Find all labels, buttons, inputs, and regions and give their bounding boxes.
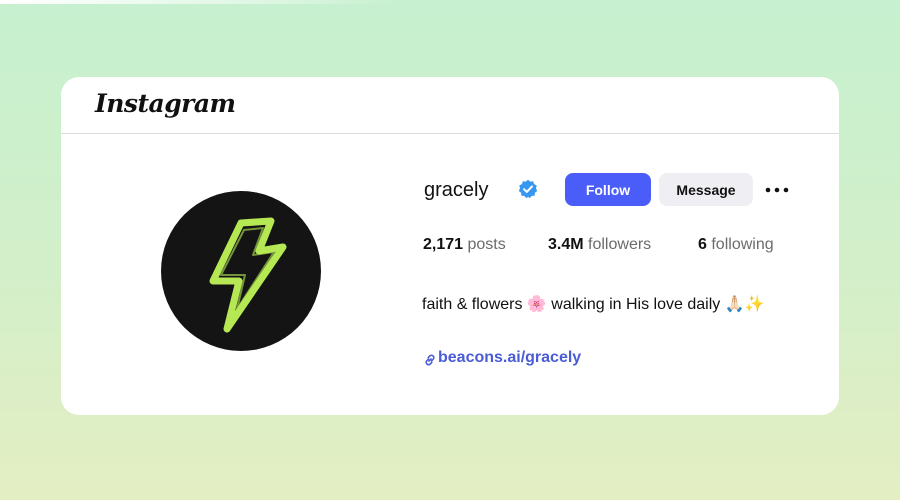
link-icon [425, 354, 435, 366]
followers-count: 3.4M [548, 236, 584, 253]
lightning-bolt-icon [209, 217, 287, 333]
posts-count: 2,171 [423, 236, 464, 253]
posts-stat[interactable]: 2,171 posts [423, 236, 506, 254]
instagram-logo[interactable]: Instagram [95, 89, 236, 118]
following-count: 6 [698, 236, 707, 253]
avatar[interactable] [161, 191, 321, 351]
followers-label: followers [588, 236, 652, 253]
following-label: following [711, 236, 774, 253]
card-header: Instagram [61, 77, 839, 134]
profile-card: Instagram gracely Follow Message 2,171 p… [61, 77, 839, 415]
following-stat[interactable]: 6 following [698, 236, 774, 254]
verified-badge-icon [518, 179, 538, 199]
message-button[interactable]: Message [659, 173, 753, 206]
posts-label: posts [467, 236, 506, 253]
follow-button[interactable]: Follow [565, 173, 651, 206]
bio-text: faith & flowers 🌸 walking in His love da… [422, 296, 765, 313]
profile-link-text[interactable]: beacons.ai/gracely [438, 349, 581, 367]
followers-stat[interactable]: 3.4M followers [548, 236, 651, 254]
username: gracely [424, 179, 489, 201]
more-options-icon[interactable] [764, 181, 790, 199]
background-highlight [0, 0, 900, 4]
